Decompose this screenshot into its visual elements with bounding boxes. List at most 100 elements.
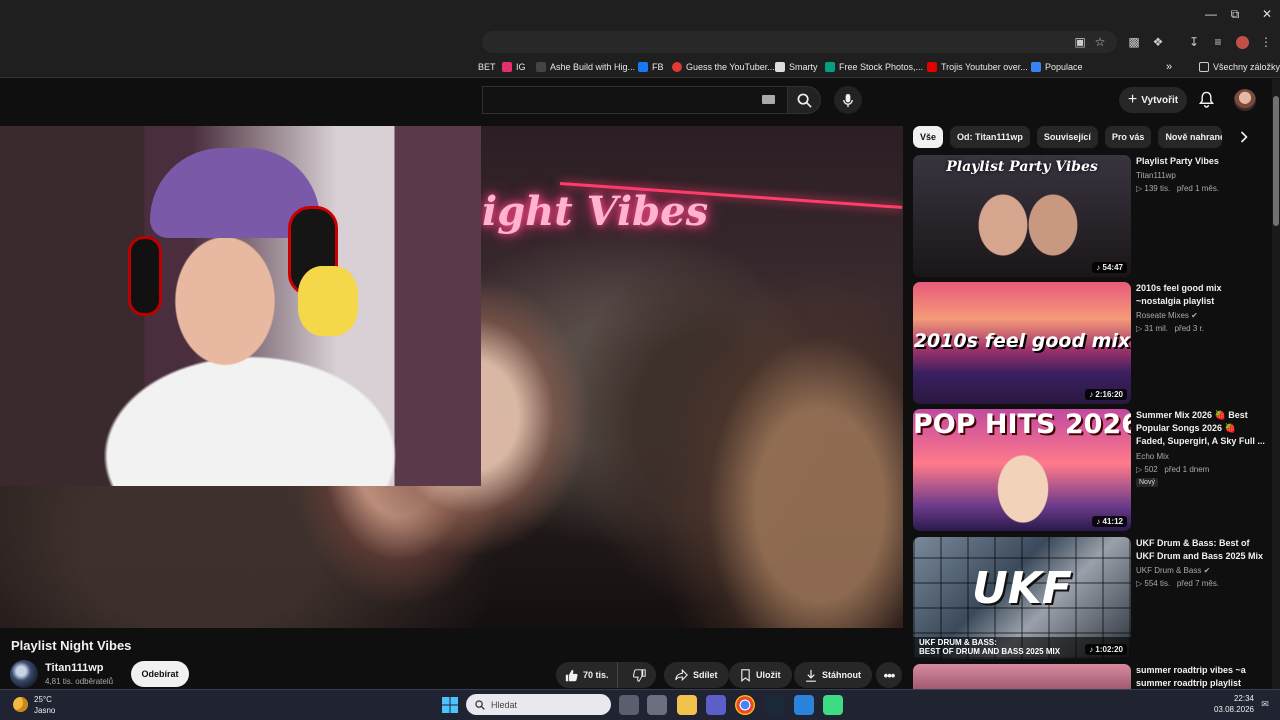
rec-title[interactable]: 2010s feel good mix ~nostalgia playlist (1136, 282, 1266, 308)
plus-icon: + (1127, 91, 1138, 108)
bookmark-label: Smarty (789, 62, 818, 72)
duration-text: 2:16:20 (1095, 390, 1123, 399)
notification-center-icon[interactable]: ✉ (1258, 697, 1272, 711)
thumbnail-roadtrip[interactable] (913, 664, 1131, 689)
bookmark-label: Populace (1045, 62, 1083, 72)
rec-channel[interactable]: UKF Drum & Bass ✔ (1136, 564, 1210, 577)
rec-title[interactable]: UKF Drum & Bass: Best of UKF Drum and Ba… (1136, 537, 1266, 563)
share-button[interactable]: Sdílet (664, 662, 729, 688)
rec-stats: ▷ 139 tis. před 1 měs. (1136, 184, 1220, 193)
chip-all[interactable]: Vše (913, 126, 944, 148)
all-bookmarks[interactable]: Všechny záložky (1199, 59, 1280, 75)
all-bookmarks-label: Všechny záložky (1213, 62, 1280, 72)
chip-for-you[interactable]: Pro vás (1104, 126, 1152, 148)
download-icon[interactable]: ↧ (1185, 33, 1203, 51)
channel-name[interactable]: Titan111wp (45, 662, 104, 674)
rec-stats: ▷ 554 tis. před 7 měs. (1136, 579, 1220, 588)
bookmark-label: Guess the YouTuber... (686, 62, 775, 72)
save-button[interactable]: Uložit (729, 662, 792, 688)
thumbnail-text: Playlist Party Vibes (946, 159, 1098, 175)
bookmark-bet[interactable]: BET (478, 59, 496, 75)
cast-icon[interactable]: ▣ (1071, 33, 1089, 51)
bookmarks-overflow-icon[interactable]: » (1166, 59, 1172, 75)
thumbnail-caption: UKF DRUM & BASS: (919, 638, 997, 647)
bookmark-ig[interactable]: IG (502, 59, 526, 75)
close-window-icon[interactable]: ✕ (1244, 0, 1280, 28)
smarty-icon (775, 62, 785, 72)
thumbnail-2010s-mix[interactable]: 2010s feel good mix ♪ 2:16:20 (913, 282, 1131, 404)
bookmark-ashe[interactable]: Ashe Build with Hig... (536, 59, 635, 75)
address-bar[interactable] (482, 31, 1117, 53)
bookmark-fb[interactable]: FB (638, 59, 664, 75)
rec-title[interactable]: Playlist Party Vibes (1136, 155, 1266, 168)
chip-recently-uploaded[interactable]: Nově nahrané (1158, 126, 1223, 148)
thumbnail-pop-hits[interactable]: POP HITS 2026 ♪ 41:12 (913, 409, 1131, 531)
channel-avatar[interactable] (10, 660, 38, 688)
bookmark-label: BET (478, 62, 496, 72)
thumbnail-party-vibes[interactable]: Playlist Party Vibes ♪ 54:47 (913, 155, 1131, 277)
widgets-icon[interactable] (647, 695, 667, 715)
video-duration: ♪ 1:02:20 (1085, 644, 1127, 655)
bookmark-smarty[interactable]: Smarty (775, 59, 818, 75)
more-icon: ••• (883, 667, 896, 683)
notifications-button[interactable] (1196, 89, 1216, 109)
filter-chips: Vše Od: Titan111wp Související Pro vás N… (913, 126, 1223, 148)
puzzle-icon[interactable]: ❖ (1149, 33, 1167, 51)
rec-title[interactable]: summer roadtrip vibes ~a summer roadtrip… (1136, 664, 1266, 689)
chip-from-channel[interactable]: Od: Titan111wp (950, 126, 1030, 148)
rec-channel[interactable]: Roseate Mixes ✔ (1136, 309, 1198, 322)
voice-search-button[interactable] (834, 86, 862, 114)
like-button[interactable]: 70 tis. (556, 662, 618, 688)
verified-icon: ✔ (1203, 566, 1211, 575)
rec-views: 502 (1144, 465, 1158, 474)
scrollbar-thumb[interactable] (1273, 96, 1279, 226)
rec-channel[interactable]: Titan111wp (1136, 169, 1176, 182)
chrome-icon[interactable] (735, 695, 755, 715)
profile-icon[interactable] (1233, 33, 1251, 51)
search-button[interactable] (787, 86, 821, 114)
verified-icon: ✔ (1191, 311, 1198, 320)
moon-weather-icon[interactable] (13, 697, 28, 712)
streamer-webcam (0, 126, 481, 486)
teams-icon[interactable] (706, 695, 726, 715)
rec-title[interactable]: Summer Mix 2026 🍓 Best Popular Songs 202… (1136, 409, 1266, 448)
bookmark-star-icon[interactable]: ☆ (1091, 33, 1109, 51)
dislike-button[interactable] (623, 662, 656, 688)
bookmark-guess-youtuber[interactable]: Guess the YouTuber... (672, 59, 775, 75)
duration-text: 41:12 (1102, 517, 1123, 526)
taskbar-clock[interactable]: 22:34 03.08.2026 (1206, 693, 1254, 715)
search-icon (475, 699, 485, 710)
android-app-icon[interactable] (823, 695, 843, 715)
bookmark-trojis[interactable]: Trojis Youtuber over... (927, 59, 1028, 75)
media-control-icon[interactable]: ≡ (1209, 33, 1227, 51)
unsubscribe-button[interactable]: Odebírat (131, 661, 189, 687)
plush-toy (298, 266, 358, 336)
clock-time: 22:34 (1233, 694, 1254, 703)
task-view-icon[interactable] (619, 695, 639, 715)
start-button[interactable] (440, 695, 460, 715)
bookmark-stock-photos[interactable]: Free Stock Photos,... (825, 59, 923, 75)
download-label: Stáhnout (822, 670, 861, 680)
weather-condition: Jasno (34, 706, 56, 715)
chips-next-icon[interactable] (1236, 129, 1252, 145)
create-button[interactable]: + Vytvořit (1119, 87, 1187, 113)
new-badge: Nový (1136, 478, 1158, 487)
browser-menu-icon[interactable]: ⋮ (1257, 33, 1275, 51)
chip-related[interactable]: Související (1036, 126, 1098, 148)
thumbnail-ukf[interactable]: UKF UKF DRUM & BASS: BEST OF DRUM AND BA… (913, 537, 1131, 659)
account-avatar[interactable] (1234, 89, 1256, 111)
keyboard-icon[interactable] (762, 95, 775, 104)
taskbar-search[interactable]: Hledat (466, 694, 611, 715)
bookmark-populace[interactable]: Populace (1031, 59, 1083, 75)
bell-icon (1198, 91, 1214, 108)
steam-icon[interactable] (765, 695, 785, 715)
more-actions-button[interactable]: ••• (876, 662, 902, 688)
video-player[interactable]: ight Vibes (0, 126, 903, 628)
weather-widget[interactable]: 25°C Jasno (34, 694, 55, 716)
photos-icon[interactable] (794, 695, 814, 715)
extension-icon[interactable]: ▩ (1125, 33, 1143, 51)
rec-channel[interactable]: Echo Mix (1136, 450, 1169, 463)
search-input[interactable] (482, 86, 787, 114)
download-button[interactable]: Stáhnout (794, 662, 872, 688)
file-explorer-icon[interactable] (677, 695, 697, 715)
